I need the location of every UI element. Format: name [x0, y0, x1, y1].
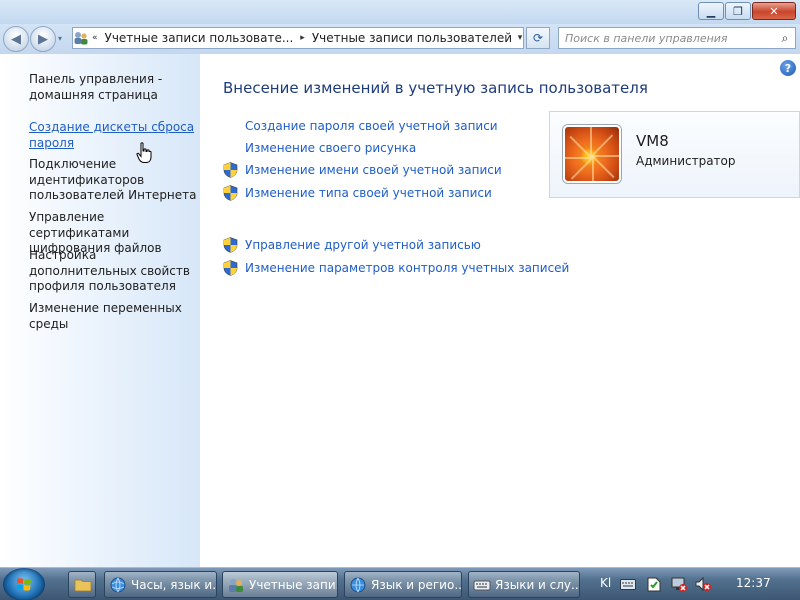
user-picture-avatar[interactable] — [563, 125, 621, 183]
sidebar-item-advanced-profile[interactable]: Настройка дополнительных свойств профиля… — [29, 248, 199, 295]
taskbar-button-clock-language[interactable]: Часы, язык и... — [104, 571, 217, 598]
search-input[interactable] — [559, 29, 775, 47]
uac-shield-icon — [223, 185, 238, 201]
explorer-taskbar-button[interactable] — [68, 571, 96, 598]
user-name: VM8 — [636, 132, 669, 150]
overflow-chevron-icon[interactable]: « — [89, 33, 101, 43]
navigation-bar: ◀ ▶ ▾ « Учетные записи пользовате... ▸ У… — [0, 24, 800, 54]
clock-globe-icon — [110, 577, 126, 592]
sidebar-item-environment-variables[interactable]: Изменение переменных среды — [29, 301, 199, 332]
breadcrumb-current[interactable]: Учетные записи пользователей — [308, 31, 516, 45]
forward-button[interactable]: ▶ — [30, 26, 56, 52]
users-icon — [73, 30, 89, 46]
uac-shield-icon — [223, 162, 238, 178]
sidebar: Панель управления - домашняя страница Со… — [0, 54, 200, 567]
taskbar: Часы, язык и... Учетные запи... Язык и р… — [0, 567, 800, 600]
volume-muted-icon[interactable] — [694, 576, 712, 593]
address-dropdown-button[interactable]: ▾ — [516, 33, 523, 43]
main-content: ? Внесение изменений в учетную запись по… — [200, 54, 800, 567]
back-arrow-icon: ◀ — [11, 31, 21, 47]
maximize-button[interactable]: ❐ — [725, 2, 751, 20]
page-title: Внесение изменений в учетную запись поль… — [223, 79, 648, 97]
minimize-button[interactable]: ▁ — [698, 2, 724, 20]
sidebar-item-online-ids[interactable]: Подключение идентификаторов пользователе… — [29, 157, 199, 204]
uac-shield-icon — [223, 260, 238, 276]
folder-icon — [74, 579, 92, 591]
breadcrumb-separator-icon[interactable]: ▸ — [297, 33, 308, 43]
close-button[interactable]: ✕ — [752, 2, 796, 20]
task-uac-settings[interactable]: Изменение параметров контроля учетных за… — [245, 261, 569, 275]
search-box: ⌕ — [558, 27, 796, 49]
user-role: Администратор — [636, 154, 736, 168]
recent-pages-button[interactable]: ▾ — [58, 34, 62, 43]
forward-arrow-icon: ▶ — [38, 31, 48, 47]
refresh-button[interactable]: ⟳ — [526, 27, 550, 49]
taskbar-button-label: Учетные запи... — [249, 577, 338, 592]
taskbar-button-text-services[interactable]: Языки и слу... — [468, 571, 580, 598]
windows-logo-icon — [16, 578, 31, 591]
network-icon[interactable] — [670, 576, 688, 593]
taskbar-button-region-language[interactable]: Язык и регио... — [344, 571, 462, 598]
address-bar[interactable]: « Учетные записи пользовате... ▸ Учетные… — [72, 27, 524, 49]
start-button[interactable] — [3, 568, 45, 600]
task-change-account-type[interactable]: Изменение типа своей учетной записи — [245, 186, 492, 200]
keyboard-icon — [473, 580, 491, 590]
keyboard-layout-icon[interactable] — [620, 579, 636, 590]
help-icon[interactable]: ? — [780, 60, 796, 76]
task-change-account-name[interactable]: Изменение имени своей учетной записи — [245, 163, 502, 177]
users-icon — [229, 578, 243, 592]
back-button[interactable]: ◀ — [3, 26, 29, 52]
taskbar-button-label: Часы, язык и... — [131, 577, 217, 592]
taskbar-button-label: Язык и регио... — [371, 577, 462, 592]
task-create-password[interactable]: Создание пароля своей учетной записи — [245, 119, 498, 133]
sidebar-item-control-panel-home[interactable]: Панель управления - домашняя страница — [29, 72, 199, 103]
taskbar-button-label: Языки и слу... — [495, 577, 580, 592]
title-bar: ▁ ❐ ✕ — [0, 0, 800, 24]
refresh-icon: ⟳ — [532, 31, 544, 45]
sidebar-item-password-reset-disk[interactable]: Создание дискеты сброса пароля — [29, 120, 199, 151]
uac-shield-icon — [223, 237, 238, 253]
action-center-icon[interactable] — [646, 576, 662, 593]
globe-icon — [350, 577, 366, 592]
taskbar-button-user-accounts[interactable]: Учетные запи... — [222, 571, 338, 598]
task-change-picture[interactable]: Изменение своего рисунка — [245, 141, 416, 155]
clock[interactable]: 12:37 — [736, 576, 771, 590]
search-icon[interactable]: ⌕ — [775, 31, 795, 46]
system-tray: Kl 12:37 — [594, 568, 800, 600]
user-account-card: VM8 Администратор — [549, 111, 800, 198]
task-manage-another-account[interactable]: Управление другой учетной записью — [245, 238, 481, 252]
breadcrumb-parent[interactable]: Учетные записи пользовате... — [101, 31, 298, 45]
language-indicator[interactable]: Kl — [600, 576, 611, 590]
hand-cursor-icon — [136, 142, 152, 163]
